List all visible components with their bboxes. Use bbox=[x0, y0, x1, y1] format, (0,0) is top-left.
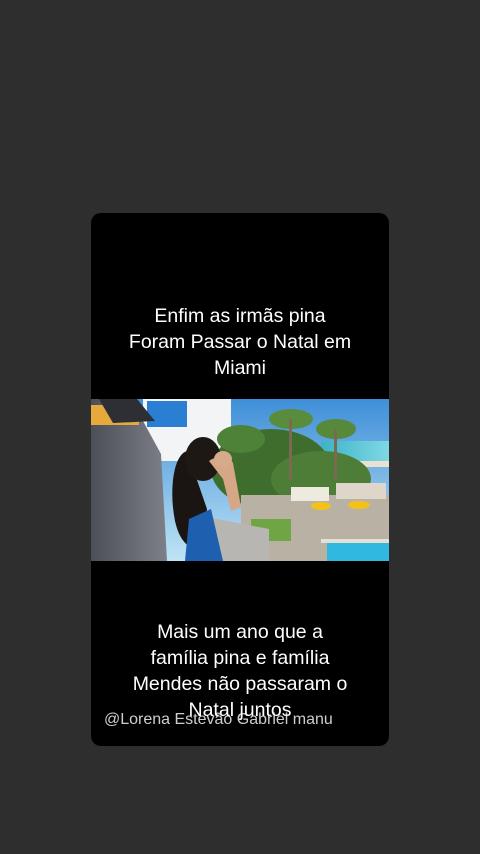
top-caption: Enfim as irmãs pina Foram Passar o Natal… bbox=[128, 305, 352, 379]
bottom-caption: Mais um ano que a família pina e família… bbox=[132, 621, 348, 721]
story-card[interactable]: Enfim as irmãs pina Foram Passar o Natal… bbox=[91, 213, 389, 746]
story-screen: { "story": { "top_caption": "Enfim as ir… bbox=[0, 0, 480, 854]
miami-balcony-photo bbox=[91, 399, 389, 561]
credit-watermark: @Lorena Estevão Gabriel manu bbox=[104, 711, 333, 728]
